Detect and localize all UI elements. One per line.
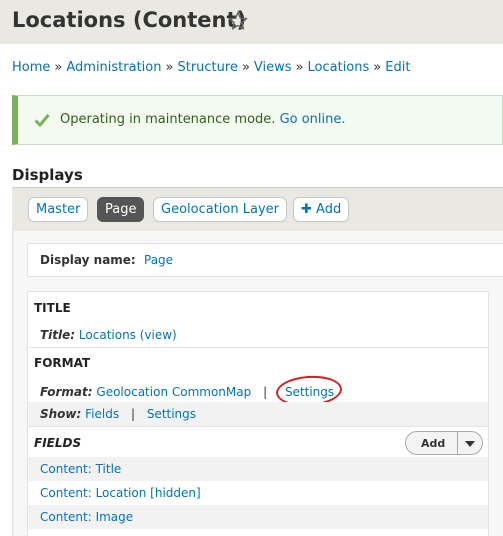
breadcrumb-structure[interactable]: Structure [177,60,237,75]
field-link-location[interactable]: Content: Location [hidden] [40,486,201,500]
separator-pipe: | [130,407,135,421]
chevron-down-icon[interactable] [465,441,475,447]
tab-master[interactable]: Master [28,197,89,222]
page-title: Locations (Content) [12,8,247,32]
breadcrumb-edit[interactable]: Edit [385,60,410,75]
add-field-button[interactable]: Add [421,437,445,450]
format-row: Format: Geolocation CommonMap | Settings [28,373,488,409]
display-settings-column: TITLE Title: Locations (view) FORMAT For… [27,291,489,536]
display-tabs: Master Page Geolocation Layer ✚ Add [12,187,503,231]
breadcrumb-home[interactable]: Home [12,60,50,75]
title-value-link[interactable]: Locations (view) [79,328,177,342]
breadcrumb-separator: » [241,60,250,75]
field-link-image[interactable]: Content: Image [40,510,133,524]
tab-page[interactable]: Page [97,197,145,222]
add-display-button[interactable]: ✚ Add [293,197,350,222]
divider [28,426,488,427]
add-field-dropbutton[interactable]: Add [405,431,483,455]
star-icon[interactable] [227,10,249,32]
divider [28,347,488,348]
display-name-box: Display name: Page [27,243,503,277]
field-row: Content: Image [28,505,488,529]
annotated-settings: Settings [274,373,343,409]
tab-geolocation-layer[interactable]: Geolocation Layer [153,197,287,222]
field-row: Content: Title [28,457,488,481]
field-row: Content: Location [hidden] [28,481,488,505]
title-label: Title: [40,328,76,342]
separator-pipe: | [263,385,268,399]
field-link-title[interactable]: Content: Title [40,462,121,476]
display-name-label: Display name: [40,253,136,267]
add-display-label: Add [316,202,342,217]
page-header: Locations (Content) [0,0,503,44]
dropbutton-divider [457,432,458,454]
show-label: Show: [40,407,82,421]
show-settings-link[interactable]: Settings [147,407,196,421]
fields-section-heading: FIELDS [34,436,82,450]
breadcrumb-locations[interactable]: Locations [308,60,370,75]
display-panel: Display name: Page TITLE Title: Location… [12,231,503,536]
breadcrumb-separator: » [295,60,304,75]
message-text: Operating in maintenance mode. Go online… [60,112,346,127]
go-online-link[interactable]: Go online. [280,112,346,127]
title-section-heading: TITLE [34,301,71,315]
title-row: Title: Locations (view) [28,323,488,347]
checkmark-icon [34,114,50,127]
format-label: Format: [40,385,93,399]
plus-icon: ✚ [301,202,312,217]
breadcrumb-separator: » [54,60,63,75]
format-section-heading: FORMAT [34,356,91,370]
displays-heading: Displays [12,166,83,184]
format-value-link[interactable]: Geolocation CommonMap [96,385,251,399]
show-fields-link[interactable]: Fields [85,407,119,421]
show-row: Show: Fields | Settings [28,402,488,426]
breadcrumb-separator: » [165,60,174,75]
breadcrumb-administration[interactable]: Administration [66,60,161,75]
breadcrumb: Home» Administration» Structure» Views» Loca… [12,60,410,75]
breadcrumb-views[interactable]: Views [254,60,292,75]
display-name-link[interactable]: Page [144,253,173,267]
status-message: Operating in maintenance mode. Go online… [12,95,503,145]
breadcrumb-separator: » [373,60,382,75]
message-body: Operating in maintenance mode. [60,112,276,127]
